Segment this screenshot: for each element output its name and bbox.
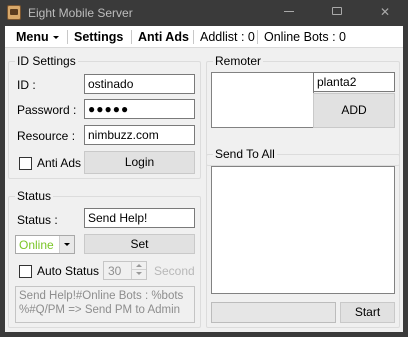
status-group: Status Status : Send Help! Online Set Au… bbox=[8, 189, 201, 328]
send-to-all-title: Send To All bbox=[213, 147, 277, 161]
menu-separator bbox=[193, 30, 194, 44]
send-to-all-message-box[interactable] bbox=[211, 166, 395, 294]
menu-separator bbox=[257, 30, 258, 44]
menu-label: Menu bbox=[16, 30, 49, 44]
spin-down-icon[interactable] bbox=[132, 270, 146, 278]
id-settings-title: ID Settings bbox=[15, 54, 78, 68]
addlist-count: Addlist : 0 bbox=[200, 30, 255, 44]
window-title: Eight Mobile Server bbox=[28, 6, 133, 20]
resource-label: Resource : bbox=[17, 129, 76, 143]
interval-unit-label: Second bbox=[154, 264, 195, 278]
menu-settings[interactable]: Settings bbox=[74, 30, 123, 44]
online-bots-count: Online Bots : 0 bbox=[264, 30, 346, 44]
status-title: Status bbox=[15, 189, 54, 203]
remoter-input[interactable]: planta2 bbox=[313, 72, 395, 92]
client-area: Menu Settings Anti Ads Addlist : 0 Onlin… bbox=[5, 26, 403, 332]
status-message-input[interactable]: Send Help! bbox=[84, 208, 195, 228]
auto-status-template[interactable]: Send Help!#Online Bots : %bots %#Q/PM =>… bbox=[15, 286, 195, 323]
remoter-list[interactable] bbox=[211, 72, 314, 128]
anti-ads-checkbox[interactable] bbox=[19, 157, 32, 170]
spinner-buttons bbox=[131, 262, 146, 279]
spin-up-icon[interactable] bbox=[132, 262, 146, 270]
close-icon: ✕ bbox=[379, 5, 391, 19]
close-button[interactable]: ✕ bbox=[362, 0, 408, 26]
auto-status-label: Auto Status bbox=[37, 264, 100, 278]
id-input[interactable]: ostinado bbox=[84, 74, 195, 94]
status-label: Status : bbox=[17, 213, 58, 227]
id-label: ID : bbox=[17, 78, 36, 92]
resource-input[interactable]: nimbuzz.com bbox=[84, 125, 195, 145]
auto-status-checkbox[interactable] bbox=[19, 265, 32, 278]
menu-anti-ads[interactable]: Anti Ads bbox=[138, 30, 189, 44]
anti-ads-label: Anti Ads bbox=[37, 156, 82, 170]
menu-separator bbox=[67, 30, 68, 44]
maximize-icon bbox=[332, 7, 342, 16]
start-button[interactable]: Start bbox=[340, 302, 395, 323]
set-button[interactable]: Set bbox=[84, 234, 195, 254]
presence-select[interactable]: Online bbox=[15, 235, 75, 254]
chevron-down-icon bbox=[52, 36, 59, 40]
chevron-down-icon[interactable] bbox=[59, 236, 74, 253]
interval-spinner[interactable]: 30 bbox=[103, 261, 147, 280]
login-button[interactable]: Login bbox=[84, 151, 195, 174]
menu-bar: Menu Settings Anti Ads Addlist : 0 Onlin… bbox=[5, 26, 403, 48]
app-logo-icon bbox=[7, 5, 21, 20]
interval-value: 30 bbox=[108, 264, 122, 278]
remoter-title: Remoter bbox=[213, 54, 264, 68]
title-bar[interactable]: Eight Mobile Server ✕ bbox=[0, 0, 408, 26]
minimize-button[interactable] bbox=[266, 0, 312, 26]
password-label: Password : bbox=[17, 103, 77, 117]
add-button[interactable]: ADD bbox=[313, 93, 395, 128]
presence-selected-value: Online bbox=[19, 238, 54, 252]
menu-dropdown[interactable]: Menu bbox=[16, 30, 59, 44]
menu-separator bbox=[131, 30, 132, 44]
minimize-icon bbox=[284, 10, 294, 12]
id-settings-group: ID Settings ID : ostinado Password : ●●●… bbox=[8, 54, 201, 179]
maximize-button[interactable] bbox=[314, 0, 360, 26]
password-input[interactable]: ●●●●● bbox=[84, 99, 195, 119]
send-to-all-group: Send To All Start bbox=[206, 147, 400, 328]
send-progress-bar bbox=[211, 302, 336, 323]
app-window: Eight Mobile Server ✕ Menu Settings Anti… bbox=[0, 0, 408, 337]
